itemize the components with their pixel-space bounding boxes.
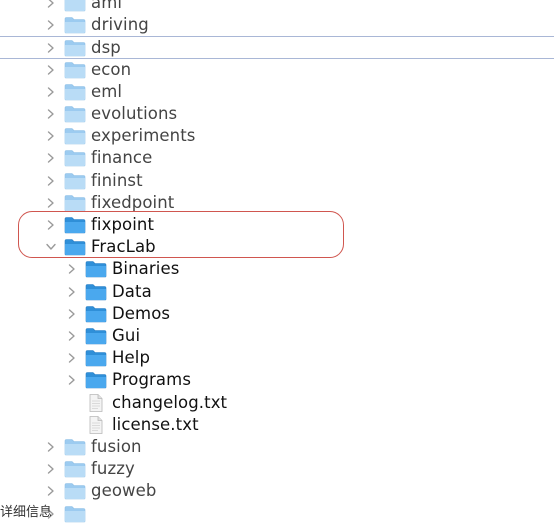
tree-row[interactable]: driving [0,14,554,36]
folder-icon [64,172,86,190]
folder-icon [85,327,107,345]
chevron-right-icon[interactable] [46,43,56,54]
folder-icon [64,61,86,79]
chevron-right-icon[interactable] [46,198,56,208]
tree-item-label: Binaries [112,259,180,279]
folder-icon [85,371,107,389]
tree-row[interactable]: changelog.txt [0,392,554,414]
folder-icon [64,460,86,478]
tree-row[interactable]: experiments [0,125,554,147]
tree-row[interactable]: fininst [0,170,554,192]
chevron-right-icon[interactable] [46,486,56,497]
chevron-right-icon[interactable] [46,20,56,30]
tree-item-label: econ [91,59,132,79]
tree-row[interactable]: econ [0,59,554,81]
tree-item-label: fininst [91,170,143,190]
tree-row[interactable]: geoweb [0,480,554,502]
tree-row[interactable]: Gui [0,325,554,347]
chevron-right-icon[interactable] [67,309,77,319]
folder-icon [64,127,86,145]
folder-icon [64,482,86,500]
tree-item-label: Demos [112,303,171,323]
tree-item-label: Data [112,281,152,301]
tree-item-label: driving [91,15,149,35]
chevron-right-icon[interactable] [67,264,77,275]
tree-row[interactable]: Help [0,347,554,369]
chevron-right-icon[interactable] [67,353,77,363]
folder-icon [85,283,107,301]
tree-row[interactable]: Programs [0,369,554,391]
tree-item-label: geoweb [91,481,157,501]
folder-icon [64,83,86,101]
tree-item-label: changelog.txt [112,392,228,412]
chevron-right-icon[interactable] [46,87,56,97]
folder-icon [64,194,86,212]
chevron-right-icon[interactable] [46,464,56,474]
chevron-right-icon[interactable] [46,175,56,186]
tree-row[interactable]: eml [0,81,554,103]
tree-item-label: finance [91,148,153,168]
chevron-right-icon[interactable] [67,331,77,341]
tree-item-label: Gui [112,326,141,345]
chevron-right-icon[interactable] [67,375,77,386]
tree-row[interactable]: license.txt [0,414,554,436]
tree-row[interactable]: Data [0,281,554,303]
tree-row[interactable]: Demos [0,303,554,325]
tree-row[interactable]: fuzzy [0,458,554,480]
folder-icon [64,149,86,167]
folder-icon [64,438,86,456]
tree-row[interactable]: aml [0,0,554,14]
tree-row[interactable]: Binaries [0,258,554,280]
folder-icon [85,349,107,367]
tree-row[interactable]: dsp [0,36,554,60]
tree-item-label: eml [91,81,123,101]
highlight-annotation [18,211,344,258]
folder-icon [64,505,86,523]
folder-icon [85,260,107,278]
folder-icon [64,105,86,123]
tree-item-label: dsp [91,38,121,58]
chevron-right-icon[interactable] [46,442,56,452]
tree-item-label: fixedpoint [91,192,175,212]
file-tree: aml driving dsp econ eml evolutions experiment… [0,0,554,522]
details-panel-label: 详细信息 [0,505,53,520]
chevron-right-icon[interactable] [46,0,56,8]
tree-row[interactable]: fusion [0,436,554,458]
chevron-right-icon[interactable] [67,286,77,297]
tree-item-label: evolutions [91,104,178,123]
tree-item-label: aml [91,0,123,12]
tree-item-label: license.txt [112,414,199,434]
folder-icon [64,16,86,34]
tree-item-label: Help [112,348,151,368]
tree-item-label: Programs [112,370,192,390]
chevron-right-icon[interactable] [46,131,56,141]
tree-item-label: fuzzy [91,459,135,479]
folder-icon [64,39,86,57]
folder-icon [85,305,107,323]
chevron-right-icon[interactable] [46,153,56,164]
tree-item-label: fusion [91,437,142,456]
text-file-icon [85,393,107,412]
tree-row[interactable] [0,503,554,525]
chevron-right-icon[interactable] [46,109,56,119]
chevron-right-icon[interactable] [46,64,56,75]
tree-row[interactable]: evolutions [0,103,554,125]
tree-item-label: experiments [91,126,196,146]
text-file-icon [85,415,107,434]
folder-icon [64,0,86,12]
tree-row[interactable]: finance [0,147,554,169]
